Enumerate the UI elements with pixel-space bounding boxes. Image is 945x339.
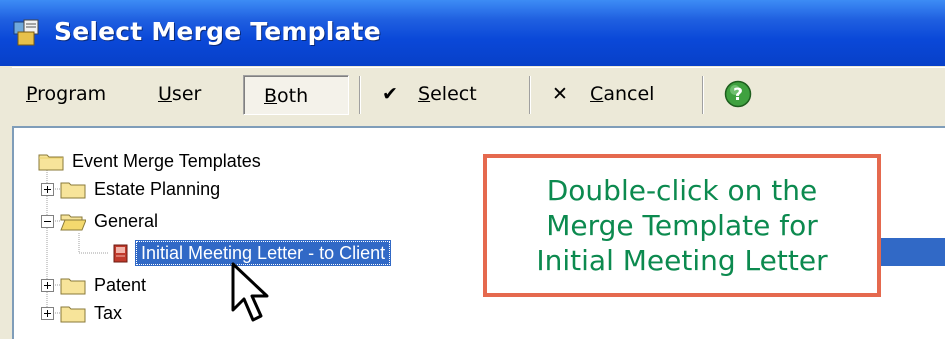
folder-icon — [60, 278, 86, 295]
tree-item-label: Tax — [94, 303, 123, 323]
user-label: ser — [171, 83, 202, 105]
select-accesskey: S — [418, 83, 431, 105]
user-accesskey: U — [158, 83, 172, 105]
svg-text:?: ? — [733, 85, 743, 105]
callout-line-3: Initial Meeting Letter — [536, 244, 828, 277]
both-label: oth — [277, 85, 309, 107]
expand-plus-icon[interactable] — [41, 183, 54, 196]
x-close-icon: ✕ — [552, 83, 568, 105]
user-button[interactable]: User — [158, 74, 228, 114]
cancel-label: ancel — [603, 83, 655, 105]
collapse-minus-icon[interactable] — [41, 215, 54, 228]
folder-icon — [60, 306, 86, 323]
toolbar-separator — [529, 76, 531, 114]
checkmark-icon: ✔ — [382, 83, 398, 105]
mouse-pointer-icon — [231, 262, 269, 322]
program-label: rogram — [37, 83, 107, 105]
app-icon — [13, 19, 39, 46]
callout-line-1: Double-click on the — [546, 174, 818, 207]
window-title: Select Merge Template — [54, 17, 381, 46]
program-button[interactable]: Program — [26, 74, 126, 114]
select-merge-template-window: Select Merge Template Program User Both … — [0, 0, 945, 339]
callout-line-2: Merge Template for — [546, 209, 818, 242]
document-template-icon — [113, 244, 128, 263]
toolbar: Program User Both ✔ Select ✕ Cancel ? — [12, 67, 945, 123]
tree-item-label: Event Merge Templates — [72, 151, 261, 171]
folder-icon — [60, 182, 86, 199]
tree-item-label: Estate Planning — [94, 179, 221, 199]
toolbar-separator — [702, 76, 704, 114]
program-accesskey: P — [26, 83, 38, 105]
tree-item-label: General — [94, 211, 159, 231]
tree-item-label: Patent — [94, 275, 147, 295]
instruction-callout: Double-click on the Merge Template for I… — [483, 154, 881, 297]
cancel-button[interactable]: ✕ Cancel — [552, 74, 692, 114]
select-button[interactable]: ✔ Select — [382, 74, 512, 114]
cancel-accesskey: C — [590, 83, 604, 105]
question-mark-icon[interactable]: ? — [724, 80, 752, 108]
folder-icon — [38, 154, 64, 171]
expand-plus-icon[interactable] — [41, 279, 54, 292]
both-button[interactable]: Both — [243, 75, 349, 115]
title-bar[interactable]: Select Merge Template — [0, 0, 945, 66]
open-folder-icon — [60, 214, 86, 231]
expand-plus-icon[interactable] — [41, 307, 54, 320]
toolbar-separator — [359, 76, 361, 114]
both-accesskey: B — [264, 85, 278, 107]
select-label: elect — [430, 83, 477, 105]
